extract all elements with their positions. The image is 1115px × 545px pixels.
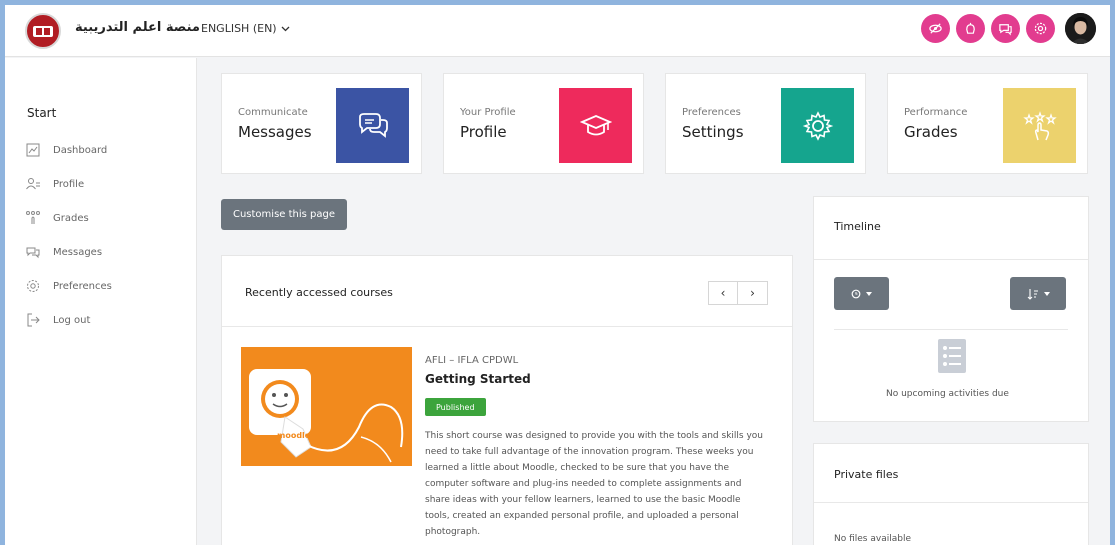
app-frame: منصة اعلم التدريبية ENGLISH (EN) Start D… [0, 0, 1115, 545]
empty-list-icon [938, 339, 966, 373]
hand-icon[interactable] [956, 14, 985, 43]
sidebar-item-messages[interactable]: Messages [25, 242, 102, 262]
tile-profile[interactable]: Your Profile Profile [443, 73, 644, 174]
timeline-empty-text: No upcoming activities due [886, 389, 1009, 399]
sidebar-item-label: Dashboard [53, 144, 108, 156]
navbar-actions [921, 13, 1096, 44]
course-name[interactable]: Getting Started [425, 372, 531, 386]
divider [222, 326, 792, 327]
tile-subtitle: Communicate [238, 107, 308, 118]
recent-courses-card: Recently accessed courses ‹ › moodle AFL… [221, 255, 793, 545]
sidebar: Start Dashboard Profile Grades Messages … [5, 58, 197, 545]
course-image-label: moodle [277, 431, 311, 440]
sidebar-item-dashboard[interactable]: Dashboard [25, 140, 107, 160]
recent-courses-title: Recently accessed courses [245, 286, 393, 299]
tile-grades[interactable]: Performance Grades [887, 73, 1088, 174]
course-description: This short course was designed to provid… [425, 431, 763, 537]
site-logo[interactable] [25, 13, 61, 49]
avatar[interactable] [1065, 13, 1096, 44]
logout-icon [27, 313, 40, 327]
grades-icon [26, 211, 40, 224]
timeline-card: Timeline No upcoming activities due [813, 196, 1089, 422]
gear-icon[interactable] [1026, 14, 1055, 43]
tile-subtitle: Your Profile [460, 107, 516, 118]
sort-icon [1027, 288, 1038, 300]
sidebar-item-label: Log out [53, 314, 91, 326]
sidebar-title: Start [27, 106, 57, 120]
graduation-cap-icon [559, 88, 632, 163]
timeline-filter-button[interactable] [834, 277, 889, 310]
divider [814, 502, 1088, 503]
divider [814, 259, 1088, 260]
private-files-card: Private files No files available [813, 443, 1089, 545]
tile-subtitle: Performance [904, 107, 968, 118]
eye-slash-icon[interactable] [921, 14, 950, 43]
profile-icon [26, 178, 40, 190]
tile-title: Profile [460, 123, 507, 141]
sidebar-item-label: Profile [53, 178, 85, 190]
status-badge: Published [425, 398, 486, 416]
course-category: AFLI – IFLA CPDWL [425, 355, 519, 366]
course-image[interactable]: moodle [241, 347, 412, 466]
caret-down-icon [866, 291, 872, 296]
timeline-sort-button[interactable] [1010, 277, 1066, 310]
chevron-down-icon [281, 26, 290, 31]
private-files-title: Private files [834, 468, 899, 481]
course-pager: ‹ › [708, 281, 768, 305]
timeline-title: Timeline [834, 220, 881, 233]
sidebar-item-preferences[interactable]: Preferences [25, 276, 112, 296]
language-label: ENGLISH (EN) [201, 22, 277, 35]
stars-hand-icon [1003, 88, 1076, 163]
sidebar-item-label: Messages [53, 246, 103, 258]
tile-title: Grades [904, 123, 958, 141]
language-selector[interactable]: ENGLISH (EN) [201, 22, 290, 35]
site-name[interactable]: منصة اعلم التدريبية [75, 20, 200, 35]
tile-messages[interactable]: Communicate Messages [221, 73, 422, 174]
sidebar-item-logout[interactable]: Log out [25, 310, 90, 330]
private-files-empty-text: No files available [834, 534, 911, 544]
divider [834, 329, 1068, 330]
caret-down-icon [1043, 291, 1050, 296]
messages-icon [336, 88, 409, 163]
clock-icon [851, 289, 861, 298]
next-button[interactable]: › [738, 281, 768, 305]
dashboard-icon [26, 143, 40, 157]
gear-icon [781, 88, 854, 163]
sidebar-item-label: Preferences [53, 280, 112, 292]
chat-icon[interactable] [991, 14, 1020, 43]
top-navbar: منصة اعلم التدريبية ENGLISH (EN) [5, 5, 1110, 57]
sidebar-item-profile[interactable]: Profile [25, 174, 84, 194]
tile-subtitle: Preferences [682, 107, 741, 118]
messages-icon [26, 247, 40, 259]
tile-title: Settings [682, 123, 744, 141]
prev-button[interactable]: ‹ [708, 281, 738, 305]
customise-page-button[interactable]: Customise this page [221, 199, 347, 230]
sidebar-item-grades[interactable]: Grades [25, 208, 89, 228]
tile-settings[interactable]: Preferences Settings [665, 73, 866, 174]
preferences-icon [27, 280, 39, 292]
sidebar-item-label: Grades [53, 212, 89, 224]
tile-title: Messages [238, 123, 312, 141]
